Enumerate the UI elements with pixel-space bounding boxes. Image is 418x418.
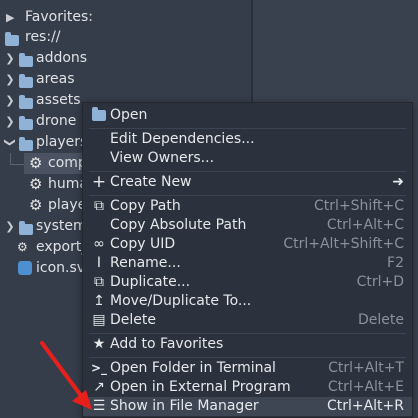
menu-item-label: Add to Favorites xyxy=(110,336,224,352)
tree-item-label: system xyxy=(36,218,87,234)
menu-item-label: Open Folder in Terminal xyxy=(110,360,276,376)
menu-item-copy-path[interactable]: ⧉ Copy Path Ctrl+Shift+C xyxy=(83,197,412,216)
menu-item-open-folder-terminal[interactable]: >_ Open Folder in Terminal Ctrl+Alt+T xyxy=(83,359,412,378)
tree-item-label: assets xyxy=(36,92,81,108)
terminal-icon: >_ xyxy=(91,361,108,375)
tree-item-label: icon.sv xyxy=(36,260,86,276)
menu-item-label: Delete xyxy=(110,312,156,328)
menu-item-view-owners[interactable]: View Owners... xyxy=(83,149,412,168)
menu-item-shortcut: Ctrl+D xyxy=(356,274,404,290)
tree-item-label: comp xyxy=(48,155,87,171)
duplicate-icon: ⧉ xyxy=(94,274,104,290)
menu-item-open[interactable]: Open xyxy=(83,106,412,125)
star-icon: ★ xyxy=(92,336,106,352)
move-icon: ↥ xyxy=(93,293,105,309)
menu-item-label: Copy Absolute Path xyxy=(110,217,247,233)
menu-item-label: Copy Path xyxy=(110,198,181,214)
menu-item-shortcut: Ctrl+Alt+T xyxy=(328,360,404,376)
favorites-label: Favorites: xyxy=(25,9,93,25)
text-file-icon: ⚙ xyxy=(17,240,28,254)
tree-item-label: drone xyxy=(36,113,77,129)
menu-item-copy-uid[interactable]: ∞ Copy UID Ctrl+Alt+Shift+C xyxy=(83,235,412,254)
tree-item-label: playe xyxy=(48,197,87,213)
external-icon: ↗ xyxy=(93,379,105,395)
menu-item-shortcut: Ctrl+Shift+C xyxy=(314,198,404,214)
menu-item-label: Edit Dependencies... xyxy=(110,131,255,147)
menu-item-rename[interactable]: I Rename... F2 xyxy=(83,254,412,273)
file-manager-icon: ☰ xyxy=(92,398,106,414)
res-root-label: res:// xyxy=(25,29,61,45)
chevron-down-icon[interactable]: ❯ xyxy=(0,137,21,149)
chevron-right-icon[interactable]: ❯ xyxy=(4,90,16,111)
favorites-row[interactable]: ▶ Favorites: xyxy=(0,7,251,28)
menu-item-label: Show in File Manager xyxy=(110,398,259,414)
folder-icon xyxy=(19,72,34,88)
chevron-right-icon[interactable]: ❯ xyxy=(4,216,16,237)
menu-item-label: Rename... xyxy=(110,255,181,271)
menu-item-label: Create New xyxy=(110,174,192,190)
menu-item-shortcut: Ctrl+Alt+R xyxy=(326,398,404,414)
menu-item-label: Open in External Program xyxy=(110,379,291,395)
tree-item-areas[interactable]: ❯ areas xyxy=(0,69,251,90)
tree-item-addons[interactable]: ❯ addons xyxy=(0,48,251,69)
menu-separator xyxy=(89,128,406,129)
menu-item-create-new[interactable]: + Create New ➜ xyxy=(83,173,412,192)
menu-item-label: Copy UID xyxy=(110,236,176,252)
chevron-right-icon[interactable]: ❯ xyxy=(4,69,16,90)
menu-item-copy-absolute-path[interactable]: Copy Absolute Path Ctrl+Alt+C xyxy=(83,216,412,235)
menu-separator xyxy=(89,357,406,358)
folder-icon xyxy=(19,135,34,151)
chevron-right-icon[interactable]: ❯ xyxy=(4,48,16,69)
folder-icon xyxy=(5,30,20,46)
menu-item-delete[interactable]: ▤ Delete Delete xyxy=(83,311,412,330)
menu-item-shortcut: F2 xyxy=(387,255,404,271)
gear-icon: ⚙ xyxy=(29,154,43,172)
tree-item-label: areas xyxy=(36,71,75,87)
rename-icon: I xyxy=(96,255,102,271)
menu-item-add-to-favorites[interactable]: ★ Add to Favorites xyxy=(83,335,412,354)
chevron-right-icon: ▶ xyxy=(6,11,15,24)
trash-icon: ▤ xyxy=(92,312,106,328)
menu-item-show-in-file-manager[interactable]: ☰ Show in File Manager Ctrl+Alt+R xyxy=(83,397,412,416)
tree-item-label: players xyxy=(36,134,88,150)
menu-item-duplicate[interactable]: ⧉ Duplicate... Ctrl+D xyxy=(83,273,412,292)
gear-icon: ⚙ xyxy=(29,175,43,193)
folder-icon xyxy=(19,93,34,109)
menu-item-shortcut: Ctrl+Alt+Shift+C xyxy=(283,236,404,252)
folder-icon xyxy=(19,51,34,67)
folder-icon xyxy=(19,114,34,130)
menu-item-label: Move/Duplicate To... xyxy=(110,293,252,309)
menu-item-open-external[interactable]: ↗ Open in External Program Ctrl+Alt+E xyxy=(83,378,412,397)
menu-item-label: Open xyxy=(110,107,148,123)
res-root-row[interactable]: res:// xyxy=(0,27,251,48)
plus-icon: + xyxy=(91,172,107,192)
menu-separator xyxy=(89,195,406,196)
menu-separator xyxy=(89,333,406,334)
menu-item-shortcut: Delete xyxy=(358,312,404,328)
submenu-arrow-icon: ➜ xyxy=(392,174,404,190)
menu-item-label: Duplicate... xyxy=(110,274,191,290)
menu-separator xyxy=(89,171,406,172)
gear-icon: ⚙ xyxy=(29,196,43,214)
menu-item-label: View Owners... xyxy=(110,150,215,166)
copy-icon: ⧉ xyxy=(94,198,104,214)
chevron-right-icon[interactable]: ❯ xyxy=(4,111,16,132)
menu-item-shortcut: Ctrl+Alt+C xyxy=(326,217,404,233)
menu-item-move-duplicate[interactable]: ↥ Move/Duplicate To... xyxy=(83,292,412,311)
tree-guide-line xyxy=(10,164,24,165)
menu-item-shortcut: Ctrl+Alt+E xyxy=(327,379,404,395)
godot-icon xyxy=(18,261,32,275)
link-icon: ∞ xyxy=(93,236,105,252)
menu-item-edit-dependencies[interactable]: Edit Dependencies... xyxy=(83,130,412,149)
context-menu: Open Edit Dependencies... View Owners...… xyxy=(82,102,413,418)
tree-item-label: addons xyxy=(36,50,88,66)
tree-item-label: export_ xyxy=(36,239,89,255)
folder-icon xyxy=(19,219,34,235)
